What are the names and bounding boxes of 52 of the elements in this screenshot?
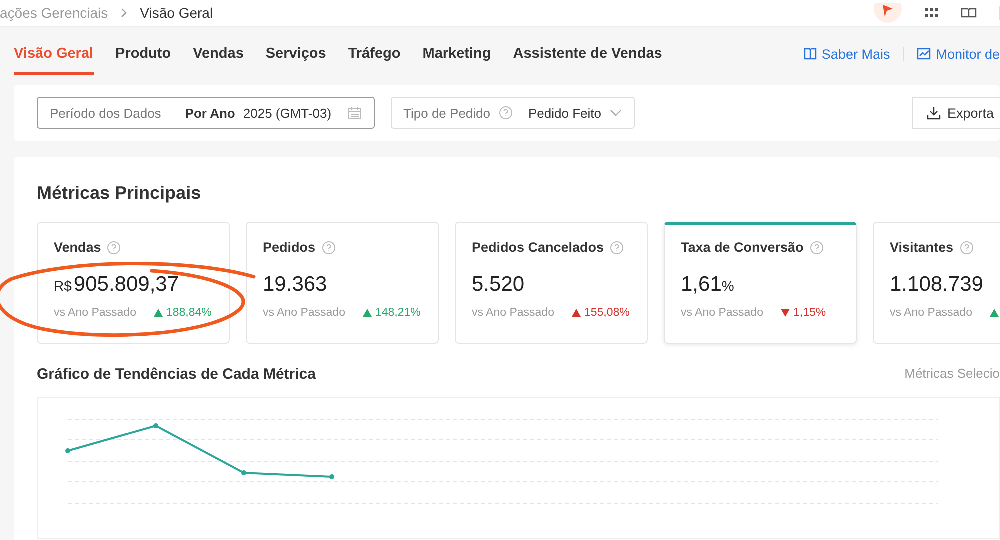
metric-value: R$905.809,37 [54,273,180,297]
help-icon [498,106,513,120]
metric-card[interactable]: Visitantes 1.108.739 vs Ano Passado [873,222,1000,344]
metric-card[interactable]: Vendas R$905.809,37 vs Ano Passado 188,84% [37,222,230,344]
help-icon [610,240,624,254]
metric-value: 5.520 [472,273,526,297]
help-icon [322,240,336,254]
change-indicator: 1,15% [781,307,826,319]
metric-card[interactable]: Pedidos Cancelados 5.520 vs Ano Passado 155,08% [455,222,648,344]
metric-name: Vendas [54,240,102,255]
grid-icon[interactable] [925,8,939,18]
period-selector[interactable]: Período dos Dados Por Ano 2025 (GMT-03) [37,97,375,129]
calendar-icon [348,106,362,120]
metric-name: Pedidos [263,240,316,255]
chevron-down-icon [610,109,622,117]
metric-name: Visitantes [890,240,954,255]
change-indicator: 188,84% [154,307,212,319]
nav-tab[interactable]: Serviços [266,38,326,74]
metric-value: 1.108.739 [890,273,984,297]
help-icon [107,240,122,254]
header-link[interactable]: Monitor de [936,46,1000,62]
comparison-label: vs Ano Passado [472,307,554,319]
change-indicator: 155,08% [572,307,630,319]
breadcrumb-separator-icon [120,8,128,18]
help-icon [960,240,974,254]
change-indicator: 148,21% [363,307,421,319]
chart-title: Gráfico de Tendências de Cada Métrica [37,366,316,383]
order-type-dropdown[interactable]: Tipo de Pedido Pedido Feito [390,97,635,129]
metric-value: 1,61% [681,273,736,297]
nav-tab[interactable]: Produto [116,38,172,74]
metric-card[interactable]: Taxa de Conversão 1,61% vs Ano Passado 1,15% [664,222,857,344]
nav-tab[interactable]: Tráfego [348,38,401,74]
breadcrumb-item: Visão Geral [140,5,214,21]
comparison-label: vs Ano Passado [681,307,764,319]
nav-tab[interactable]: Vendas [193,38,244,74]
line-chart-icon [917,48,932,60]
help-icon [810,240,824,254]
metric-value: 19.363 [263,273,328,297]
nav-tab[interactable]: Assistente de Vendas [513,38,662,74]
comparison-label: vs Ano Passado [54,307,136,319]
comparison-label: vs Ano Passado [890,307,972,319]
comparison-label: vs Ano Passado [263,307,346,319]
book-icon[interactable] [961,8,977,18]
section-title: Métricas Principais [37,183,202,204]
nav-tab[interactable]: Marketing [422,38,492,74]
metric-name: Taxa de Conversão [681,240,804,255]
download-icon [927,106,942,120]
metric-card[interactable]: Pedidos 19.363 vs Ano Passado 148,21% [246,222,439,344]
metric-name: Pedidos Cancelados [472,240,604,255]
export-button[interactable]: Exporta [912,97,1000,129]
book-icon [804,48,817,60]
header-link[interactable]: Saber Mais [822,46,890,62]
